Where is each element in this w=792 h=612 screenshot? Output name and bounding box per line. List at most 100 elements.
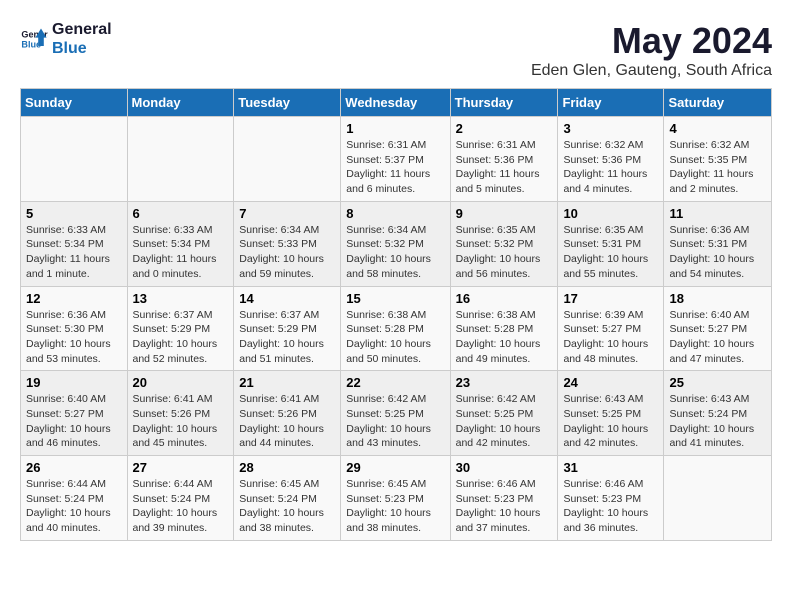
day-number: 30 [456, 460, 553, 475]
day-info: Sunrise: 6:45 AM Sunset: 5:24 PM Dayligh… [239, 477, 335, 536]
day-info: Sunrise: 6:31 AM Sunset: 5:36 PM Dayligh… [456, 138, 553, 197]
day-number: 19 [26, 375, 122, 390]
day-info: Sunrise: 6:40 AM Sunset: 5:27 PM Dayligh… [26, 392, 122, 451]
week-row-1: 1Sunrise: 6:31 AM Sunset: 5:37 PM Daylig… [21, 117, 772, 202]
day-number: 10 [563, 206, 658, 221]
day-info: Sunrise: 6:40 AM Sunset: 5:27 PM Dayligh… [669, 308, 766, 367]
day-number: 25 [669, 375, 766, 390]
day-number: 5 [26, 206, 122, 221]
day-number: 15 [346, 291, 444, 306]
subtitle: Eden Glen, Gauteng, South Africa [531, 62, 772, 80]
calendar-table: SundayMondayTuesdayWednesdayThursdayFrid… [20, 88, 772, 541]
day-cell: 18 Sunrise: 6:40 AM Sunset: 5:27 PM Dayli… [664, 286, 772, 371]
day-cell: 5 Sunrise: 6:33 AM Sunset: 5:34 PM Daylig… [21, 201, 128, 286]
day-cell: 1Sunrise: 6:31 AM Sunset: 5:37 PM Daylig… [341, 117, 450, 202]
week-row-3: 12 Sunrise: 6:36 AM Sunset: 5:30 PM Dayli… [21, 286, 772, 371]
day-number: 29 [346, 460, 444, 475]
day-cell: 6 Sunrise: 6:33 AM Sunset: 5:34 PM Daylig… [127, 201, 234, 286]
day-info: Sunrise: 6:44 AM Sunset: 5:24 PM Dayligh… [26, 477, 122, 536]
day-cell: 9 Sunrise: 6:35 AM Sunset: 5:32 PM Daylig… [450, 201, 558, 286]
day-info: Sunrise: 6:43 AM Sunset: 5:24 PM Dayligh… [669, 392, 766, 451]
day-number: 26 [26, 460, 122, 475]
day-info: Sunrise: 6:46 AM Sunset: 5:23 PM Dayligh… [563, 477, 658, 536]
day-cell: 29 Sunrise: 6:45 AM Sunset: 5:23 PM Dayli… [341, 456, 450, 541]
day-cell: 31Sunrise: 6:46 AM Sunset: 5:23 PM Dayli… [558, 456, 664, 541]
day-number: 20 [133, 375, 229, 390]
day-cell: 13 Sunrise: 6:37 AM Sunset: 5:29 PM Dayli… [127, 286, 234, 371]
day-number: 9 [456, 206, 553, 221]
day-number: 23 [456, 375, 553, 390]
day-number: 7 [239, 206, 335, 221]
day-number: 21 [239, 375, 335, 390]
header-cell-saturday: Saturday [664, 89, 772, 117]
day-number: 14 [239, 291, 335, 306]
header-cell-thursday: Thursday [450, 89, 558, 117]
logo: General Blue General Blue [20, 20, 112, 58]
header-cell-tuesday: Tuesday [234, 89, 341, 117]
day-number: 6 [133, 206, 229, 221]
day-number: 16 [456, 291, 553, 306]
day-cell: 22Sunrise: 6:42 AM Sunset: 5:25 PM Dayli… [341, 371, 450, 456]
day-number: 2 [456, 121, 553, 136]
day-cell: 2 Sunrise: 6:31 AM Sunset: 5:36 PM Daylig… [450, 117, 558, 202]
week-row-4: 19 Sunrise: 6:40 AM Sunset: 5:27 PM Dayli… [21, 371, 772, 456]
day-info: Sunrise: 6:45 AM Sunset: 5:23 PM Dayligh… [346, 477, 444, 536]
svg-text:Blue: Blue [21, 40, 41, 50]
day-info: Sunrise: 6:38 AM Sunset: 5:28 PM Dayligh… [346, 308, 444, 367]
day-cell [127, 117, 234, 202]
day-info: Sunrise: 6:42 AM Sunset: 5:25 PM Dayligh… [456, 392, 553, 451]
day-info: Sunrise: 6:41 AM Sunset: 5:26 PM Dayligh… [133, 392, 229, 451]
day-number: 8 [346, 206, 444, 221]
day-number: 4 [669, 121, 766, 136]
day-cell: 10 Sunrise: 6:35 AM Sunset: 5:31 PM Dayli… [558, 201, 664, 286]
day-cell: 23 Sunrise: 6:42 AM Sunset: 5:25 PM Dayli… [450, 371, 558, 456]
header-row: SundayMondayTuesdayWednesdayThursdayFrid… [21, 89, 772, 117]
title-area: May 2024 Eden Glen, Gauteng, South Afric… [531, 20, 772, 80]
day-cell: 15 Sunrise: 6:38 AM Sunset: 5:28 PM Dayli… [341, 286, 450, 371]
day-cell: 24Sunrise: 6:43 AM Sunset: 5:25 PM Dayli… [558, 371, 664, 456]
header-cell-friday: Friday [558, 89, 664, 117]
day-cell [664, 456, 772, 541]
day-number: 3 [563, 121, 658, 136]
day-cell: 19 Sunrise: 6:40 AM Sunset: 5:27 PM Dayli… [21, 371, 128, 456]
header-cell-monday: Monday [127, 89, 234, 117]
day-cell: 16 Sunrise: 6:38 AM Sunset: 5:28 PM Dayli… [450, 286, 558, 371]
day-info: Sunrise: 6:44 AM Sunset: 5:24 PM Dayligh… [133, 477, 229, 536]
day-info: Sunrise: 6:36 AM Sunset: 5:30 PM Dayligh… [26, 308, 122, 367]
day-number: 1 [346, 121, 444, 136]
day-number: 27 [133, 460, 229, 475]
day-info: Sunrise: 6:35 AM Sunset: 5:31 PM Dayligh… [563, 223, 658, 282]
header: General Blue General Blue May 2024 Eden … [20, 20, 772, 80]
day-info: Sunrise: 6:35 AM Sunset: 5:32 PM Dayligh… [456, 223, 553, 282]
day-info: Sunrise: 6:32 AM Sunset: 5:36 PM Dayligh… [563, 138, 658, 197]
day-number: 13 [133, 291, 229, 306]
day-info: Sunrise: 6:33 AM Sunset: 5:34 PM Dayligh… [133, 223, 229, 282]
day-info: Sunrise: 6:41 AM Sunset: 5:26 PM Dayligh… [239, 392, 335, 451]
day-cell [21, 117, 128, 202]
day-cell: 11Sunrise: 6:36 AM Sunset: 5:31 PM Dayli… [664, 201, 772, 286]
day-info: Sunrise: 6:37 AM Sunset: 5:29 PM Dayligh… [133, 308, 229, 367]
day-number: 12 [26, 291, 122, 306]
day-cell: 7Sunrise: 6:34 AM Sunset: 5:33 PM Daylig… [234, 201, 341, 286]
day-info: Sunrise: 6:38 AM Sunset: 5:28 PM Dayligh… [456, 308, 553, 367]
main-title: May 2024 [531, 20, 772, 62]
day-info: Sunrise: 6:43 AM Sunset: 5:25 PM Dayligh… [563, 392, 658, 451]
day-number: 18 [669, 291, 766, 306]
day-cell: 17 Sunrise: 6:39 AM Sunset: 5:27 PM Dayli… [558, 286, 664, 371]
day-cell: 12 Sunrise: 6:36 AM Sunset: 5:30 PM Dayli… [21, 286, 128, 371]
day-cell: 30Sunrise: 6:46 AM Sunset: 5:23 PM Dayli… [450, 456, 558, 541]
day-info: Sunrise: 6:33 AM Sunset: 5:34 PM Dayligh… [26, 223, 122, 282]
day-cell: 27 Sunrise: 6:44 AM Sunset: 5:24 PM Dayli… [127, 456, 234, 541]
day-info: Sunrise: 6:37 AM Sunset: 5:29 PM Dayligh… [239, 308, 335, 367]
week-row-2: 5 Sunrise: 6:33 AM Sunset: 5:34 PM Daylig… [21, 201, 772, 286]
logo-icon: General Blue [20, 25, 48, 53]
day-info: Sunrise: 6:39 AM Sunset: 5:27 PM Dayligh… [563, 308, 658, 367]
day-cell [234, 117, 341, 202]
day-info: Sunrise: 6:32 AM Sunset: 5:35 PM Dayligh… [669, 138, 766, 197]
header-cell-sunday: Sunday [21, 89, 128, 117]
day-cell: 14 Sunrise: 6:37 AM Sunset: 5:29 PM Dayli… [234, 286, 341, 371]
day-number: 17 [563, 291, 658, 306]
day-cell: 4 Sunrise: 6:32 AM Sunset: 5:35 PM Daylig… [664, 117, 772, 202]
day-cell: 3 Sunrise: 6:32 AM Sunset: 5:36 PM Daylig… [558, 117, 664, 202]
day-cell: 8Sunrise: 6:34 AM Sunset: 5:32 PM Daylig… [341, 201, 450, 286]
